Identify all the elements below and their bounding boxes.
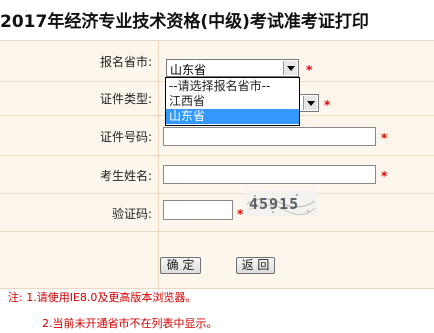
captcha-image[interactable]: 45915 <box>245 190 317 216</box>
name-label: 考生姓名: <box>99 169 152 183</box>
province-required-star: * <box>306 63 313 77</box>
svg-text:45915: 45915 <box>249 195 299 213</box>
cert-number-required-star: * <box>381 131 388 145</box>
cert-type-required-star: * <box>324 98 331 112</box>
cert-number-label-cell: 证件号码: <box>0 115 159 155</box>
buttons-row-left-cell <box>0 231 159 287</box>
province-select[interactable]: 山东省 <box>166 59 299 77</box>
name-label-cell: 考生姓名: <box>0 155 159 193</box>
verify-label: 验证码: <box>111 207 152 221</box>
captcha-noise: 45915 <box>246 194 316 215</box>
name-required-star: * <box>381 169 388 183</box>
page-title: 2017年经济专业技术资格(中级)考试准考证打印 <box>0 12 369 32</box>
province-dropdown-list: --请选择报名省市-- 江西省 山东省 <box>165 77 300 126</box>
verify-code-input[interactable] <box>163 200 233 220</box>
cert-type-label-cell: 证件类型: <box>0 81 159 115</box>
chevron-down-icon[interactable] <box>283 61 297 75</box>
note-line-1: 注: 1.请使用IE8.0及更高版本浏览器。 <box>8 291 197 304</box>
province-option[interactable]: --请选择报名省市-- <box>166 79 299 94</box>
chevron-down-icon[interactable] <box>303 96 317 110</box>
name-input[interactable] <box>163 165 376 184</box>
province-select-value: 山东省 <box>170 63 207 77</box>
buttons-row <box>0 231 434 287</box>
cert-type-label: 证件类型: <box>99 92 152 106</box>
province-option[interactable]: 江西省 <box>166 94 299 109</box>
cert-number-input[interactable] <box>163 127 376 146</box>
province-option-highlighted[interactable]: 山东省 <box>166 109 299 124</box>
verify-required-star: * <box>237 207 244 221</box>
confirm-button[interactable]: 确 定 <box>160 257 201 274</box>
note-line-2: 2.当前未开通省市不在列表中显示。 <box>42 317 218 330</box>
province-label-cell: 报名省市: <box>0 41 159 81</box>
province-label: 报名省市: <box>99 55 152 69</box>
cert-number-label: 证件号码: <box>99 130 152 144</box>
verify-label-cell: 验证码: <box>0 193 159 231</box>
back-button[interactable]: 返 回 <box>236 257 275 274</box>
